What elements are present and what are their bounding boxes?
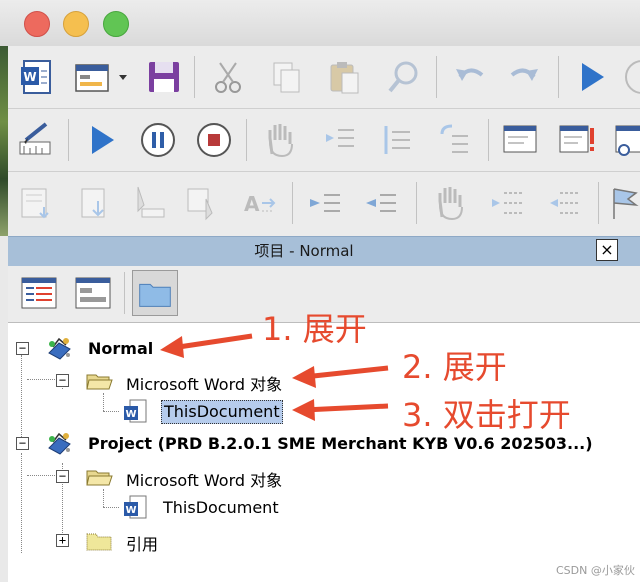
annotation-arrow-1 — [160, 333, 253, 358]
annotation-step-1: 1. 展开 — [262, 310, 367, 348]
annotation-step-2: 2. 展开 — [402, 348, 507, 386]
annotation-arrow-2 — [292, 365, 389, 388]
annotation-arrows — [160, 333, 389, 421]
annotation-arrow-3 — [292, 399, 389, 421]
watermark: CSDN @小家伙 — [556, 564, 635, 577]
annotation-step-3: 3. 双击打开 — [402, 396, 571, 434]
